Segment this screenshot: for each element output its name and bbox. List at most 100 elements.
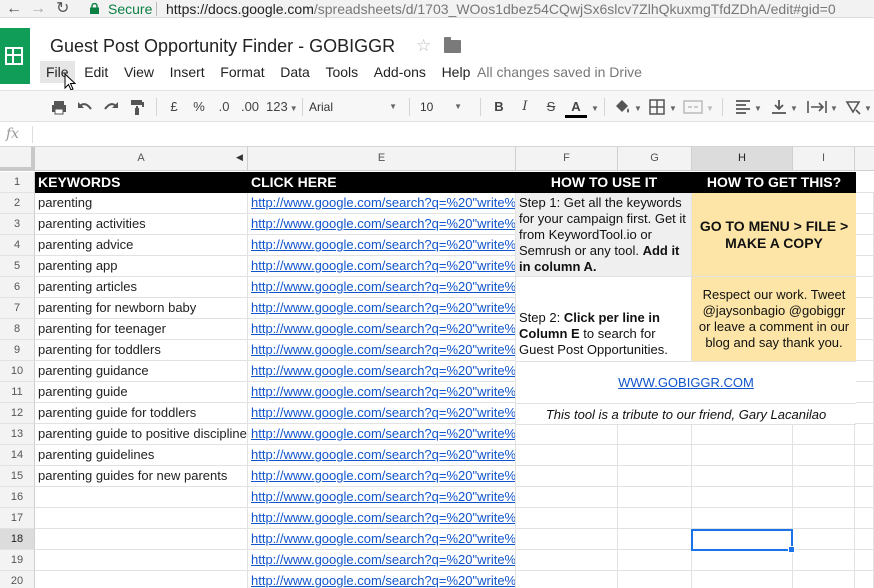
- search-link-cell[interactable]: http://www.google.com/search?q=%20"write…: [248, 340, 516, 361]
- search-link-cell[interactable]: http://www.google.com/search?q=%20"write…: [248, 277, 516, 298]
- search-link-cell[interactable]: http://www.google.com/search?q=%20"write…: [248, 403, 516, 424]
- cell[interactable]: [618, 529, 692, 550]
- cell[interactable]: [618, 508, 692, 529]
- search-link-cell[interactable]: http://www.google.com/search?q=%20"write…: [248, 424, 516, 445]
- merge-icon[interactable]: [682, 97, 704, 117]
- cell[interactable]: [516, 508, 618, 529]
- keyword-cell[interactable]: [35, 487, 248, 508]
- keyword-cell[interactable]: parenting activities: [35, 214, 248, 235]
- row-header[interactable]: 1: [0, 172, 35, 193]
- cell[interactable]: [692, 487, 793, 508]
- keyword-cell[interactable]: parenting app: [35, 256, 248, 277]
- search-link-cell[interactable]: http://www.google.com/search?q=%20"write…: [248, 445, 516, 466]
- strikethrough-button[interactable]: S: [542, 97, 560, 117]
- bold-button[interactable]: B: [490, 97, 508, 117]
- cell[interactable]: [793, 466, 855, 487]
- header-click-here[interactable]: CLICK HERE: [248, 172, 516, 193]
- header-keywords[interactable]: KEYWORDS: [35, 172, 248, 193]
- print-icon[interactable]: [50, 97, 68, 117]
- keyword-cell[interactable]: parenting guidelines: [35, 445, 248, 466]
- respect-note[interactable]: Respect our work. Tweet @jaysonbagio @go…: [692, 277, 856, 362]
- step-1-instructions[interactable]: Step 1: Get all the keywords for your ca…: [516, 193, 692, 277]
- italic-button[interactable]: I: [516, 97, 534, 117]
- row-header[interactable]: 4: [0, 235, 35, 256]
- cell[interactable]: [516, 445, 618, 466]
- cell[interactable]: [793, 445, 855, 466]
- star-icon[interactable]: ☆: [416, 36, 431, 56]
- chevron-down-icon[interactable]: ▼: [752, 97, 762, 117]
- row-header[interactable]: 5: [0, 256, 35, 277]
- column-header-j[interactable]: [855, 147, 874, 171]
- chevron-down-icon[interactable]: ▼: [667, 97, 677, 117]
- menu-format[interactable]: Format: [214, 61, 270, 83]
- cell[interactable]: [793, 571, 855, 588]
- search-link-cell[interactable]: http://www.google.com/search?q=%20"write…: [248, 298, 516, 319]
- cell[interactable]: [618, 571, 692, 588]
- cell[interactable]: [855, 319, 874, 340]
- valign-bottom-icon[interactable]: [770, 97, 788, 117]
- cell[interactable]: [516, 550, 618, 571]
- cell[interactable]: [516, 571, 618, 588]
- row-header[interactable]: 15: [0, 466, 35, 487]
- search-link-cell[interactable]: http://www.google.com/search?q=%20"write…: [248, 382, 516, 403]
- search-link-cell[interactable]: http://www.google.com/search?q=%20"write…: [248, 235, 516, 256]
- keyword-cell[interactable]: parenting advice: [35, 235, 248, 256]
- cell[interactable]: [855, 235, 874, 256]
- cell[interactable]: [692, 508, 793, 529]
- currency-button[interactable]: £: [166, 97, 182, 117]
- chevron-down-icon[interactable]: ▼: [632, 97, 642, 117]
- chevron-down-icon[interactable]: ▼: [828, 97, 838, 117]
- header-how-to-use[interactable]: HOW TO USE IT: [516, 172, 692, 193]
- cell[interactable]: [692, 550, 793, 571]
- more-formats-button[interactable]: 123 ▼: [266, 97, 298, 117]
- row-header[interactable]: 10: [0, 361, 35, 382]
- reload-icon[interactable]: ↻: [56, 0, 69, 18]
- decrease-decimal-button[interactable]: .0: [214, 97, 234, 117]
- search-link-cell[interactable]: http://www.google.com/search?q=%20"write…: [248, 256, 516, 277]
- row-header[interactable]: 2: [0, 193, 35, 214]
- cell[interactable]: [516, 487, 618, 508]
- document-title[interactable]: Guest Post Opportunity Finder - GOBIGGR: [50, 36, 395, 57]
- keyword-cell[interactable]: parenting: [35, 193, 248, 214]
- keyword-cell[interactable]: parenting for toddlers: [35, 340, 248, 361]
- cell[interactable]: [856, 172, 874, 193]
- cell[interactable]: [855, 277, 874, 298]
- menu-insert[interactable]: Insert: [164, 61, 211, 83]
- menu-view[interactable]: View: [118, 61, 160, 83]
- menu-tools[interactable]: Tools: [319, 61, 364, 83]
- sheets-logo-icon[interactable]: [0, 28, 30, 84]
- keyword-cell[interactable]: [35, 508, 248, 529]
- row-header[interactable]: 16: [0, 487, 35, 508]
- cell[interactable]: [855, 382, 874, 403]
- chevron-down-icon[interactable]: ▼: [704, 97, 714, 117]
- text-wrap-icon[interactable]: [806, 97, 828, 117]
- back-icon[interactable]: ←: [6, 0, 22, 18]
- forward-icon[interactable]: →: [30, 0, 46, 18]
- column-header-e[interactable]: E: [248, 147, 516, 171]
- cell[interactable]: [692, 445, 793, 466]
- borders-icon[interactable]: [648, 97, 666, 117]
- row-header[interactable]: 6: [0, 277, 35, 298]
- increase-decimal-button[interactable]: .00: [238, 97, 262, 117]
- menu-edit[interactable]: Edit: [78, 61, 114, 83]
- cell[interactable]: [692, 571, 793, 588]
- url-field[interactable]: https://docs.google.com/spreadsheets/d/1…: [166, 0, 836, 18]
- menu-addons[interactable]: Add-ons: [368, 61, 432, 83]
- row-header[interactable]: 18: [0, 529, 35, 550]
- search-link-cell[interactable]: http://www.google.com/search?q=%20"write…: [248, 571, 516, 588]
- cell[interactable]: [618, 550, 692, 571]
- save-status[interactable]: All changes saved in Drive: [477, 61, 642, 83]
- cell[interactable]: [793, 487, 855, 508]
- search-link-cell[interactable]: http://www.google.com/search?q=%20"write…: [248, 508, 516, 529]
- column-header-h[interactable]: H: [692, 147, 793, 171]
- align-left-icon[interactable]: [734, 97, 752, 117]
- cell[interactable]: [855, 298, 874, 319]
- keyword-cell[interactable]: parenting guides for new parents: [35, 466, 248, 487]
- search-link-cell[interactable]: http://www.google.com/search?q=%20"write…: [248, 466, 516, 487]
- menu-data[interactable]: Data: [274, 61, 316, 83]
- keyword-cell[interactable]: [35, 571, 248, 588]
- cell[interactable]: [692, 466, 793, 487]
- cell[interactable]: [855, 550, 874, 571]
- keyword-cell[interactable]: [35, 550, 248, 571]
- column-header-i[interactable]: I: [793, 147, 855, 171]
